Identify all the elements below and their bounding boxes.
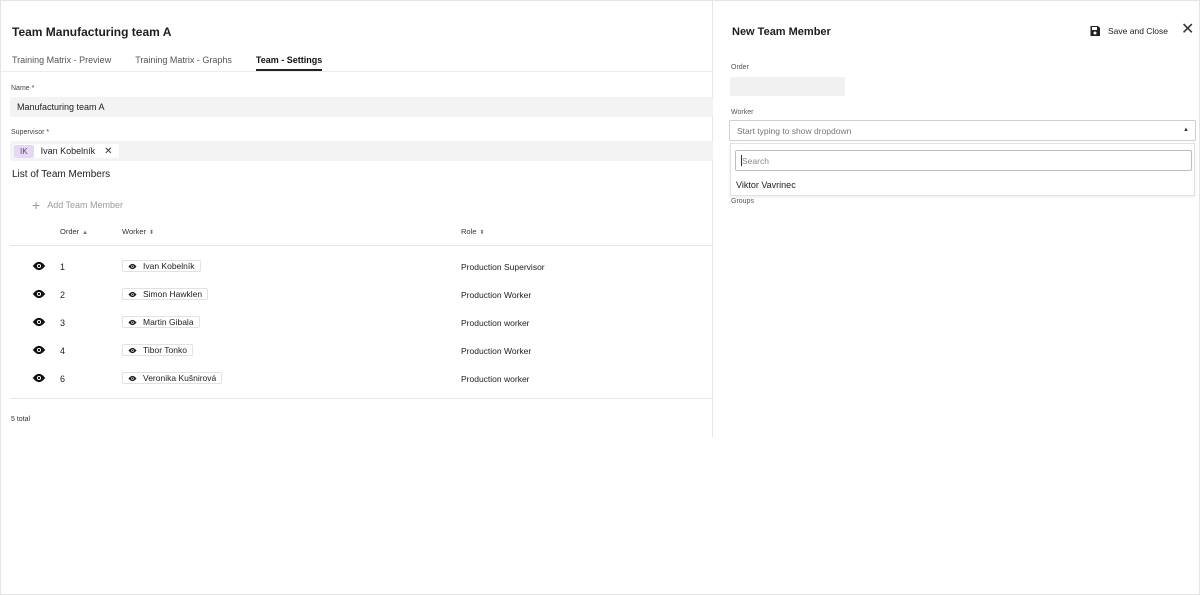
name-value: Manufacturing team A [17,102,105,112]
worker-header-label: Worker [122,227,147,236]
eye-icon[interactable] [32,261,46,271]
team-settings-panel: Team Manufacturing team A Training Matri… [1,1,713,437]
close-icon[interactable]: ✕ [1181,22,1194,38]
eye-icon[interactable] [32,289,46,299]
sort-icon: ⬍ [149,230,155,236]
save-icon [1090,26,1100,36]
table-header-divider [10,245,713,246]
tab-training-matrix-graphs[interactable]: Training Matrix - Graphs [135,55,232,71]
total-count: 5 total [11,416,31,423]
add-team-member-label: Add Team Member [47,200,124,210]
supervisor-label: Supervisor * [11,129,50,136]
row-order: 1 [60,262,66,272]
row-order: 2 [60,290,66,300]
name-label: Name * [11,85,35,92]
row-order: 6 [60,374,66,384]
order-label: Order [731,64,749,71]
order-header-label: Order [60,227,80,236]
eye-icon [128,319,137,325]
column-header-order[interactable]: Order ▲ [60,227,88,236]
supervisor-name: Ivan Kobelník [40,146,96,156]
caret-up-icon: ▲ [1183,127,1189,133]
table-row: 2 Simon Hawklen Production Worker [1,282,713,306]
text-cursor [741,155,742,166]
new-team-member-panel: New Team Member Save and Close ✕ Order W… [714,1,1200,437]
tab-training-matrix-preview[interactable]: Training Matrix - Preview [12,55,111,71]
panel-title: New Team Member [732,26,831,38]
plus-icon: + [32,197,41,213]
eye-icon [128,291,137,297]
row-role: Production Supervisor [461,262,545,272]
worker-chip[interactable]: Ivan Kobelník [122,260,201,272]
members-section-title: List of Team Members [12,169,111,180]
worker-name: Tibor Tonko [143,345,187,355]
groups-label: Groups [731,198,754,205]
worker-name: Simon Hawklen [143,289,203,299]
worker-chip[interactable]: Simon Hawklen [122,288,209,300]
eye-icon [128,263,137,269]
worker-chip[interactable]: Veronika Kušnirová [122,372,223,384]
column-header-role[interactable]: Role ⬍ [461,227,484,236]
row-role: Production Worker [461,346,532,356]
add-team-member-button[interactable]: + Add Team Member [32,197,124,213]
table-row: 1 Ivan Kobelník Production Supervisor [1,254,713,278]
sort-asc-icon: ▲ [82,230,89,236]
row-order: 3 [60,318,66,328]
worker-label: Worker [731,109,754,116]
tab-bar: Training Matrix - Preview Training Matri… [12,55,346,71]
name-field[interactable]: Manufacturing team A [10,97,713,117]
eye-icon [128,347,137,353]
supervisor-initials: IK [14,144,34,158]
supervisor-chip: IK Ivan Kobelník ✕ [14,144,119,158]
worker-chip[interactable]: Tibor Tonko [122,344,193,356]
eye-icon [128,375,137,381]
tab-team-settings[interactable]: Team - Settings [255,55,323,71]
row-order: 4 [60,346,66,356]
row-role: Production worker [461,374,530,384]
supervisor-field[interactable]: IK Ivan Kobelník ✕ [10,141,713,161]
worker-name: Ivan Kobelník [143,261,195,271]
table-row: 4 Tibor Tonko Production Worker [1,338,713,362]
role-header-label: Role [461,227,477,236]
worker-chip[interactable]: Martin Gibala [122,316,200,328]
worker-name: Martin Gibala [143,317,194,327]
table-row: 6 Veronika Kušnirová Production worker [1,366,713,390]
table-row: 3 Martin Gibala Production worker [1,310,713,334]
app-frame: Team Manufacturing team A Training Matri… [0,0,1200,595]
worker-name: Veronika Kušnirová [143,373,217,383]
eye-icon[interactable] [32,317,46,327]
sort-icon: ⬍ [479,230,485,236]
row-role: Production Worker [461,290,532,300]
page-title: Team Manufacturing team A [12,25,172,39]
dropdown-search-field[interactable] [735,150,1192,171]
dropdown-option[interactable]: Viktor Vavrinec [736,180,796,190]
eye-icon[interactable] [32,373,46,383]
tabs-divider [1,71,713,72]
save-and-close-button[interactable]: Save and Close [1089,25,1168,37]
worker-select-placeholder: Start typing to show dropdown [737,126,852,136]
column-header-worker[interactable]: Worker ⬍ [122,227,154,236]
eye-icon[interactable] [32,345,46,355]
dropdown-search-input[interactable] [736,151,1191,170]
save-and-close-label: Save and Close [1108,26,1169,36]
worker-select[interactable]: Start typing to show dropdown ▲ [729,120,1196,141]
close-icon[interactable]: ✕ [104,146,112,157]
row-role: Production worker [461,318,530,328]
table-footer-divider [10,398,713,399]
order-field[interactable] [730,77,845,96]
worker-dropdown: Viktor Vavrinec [730,143,1195,196]
